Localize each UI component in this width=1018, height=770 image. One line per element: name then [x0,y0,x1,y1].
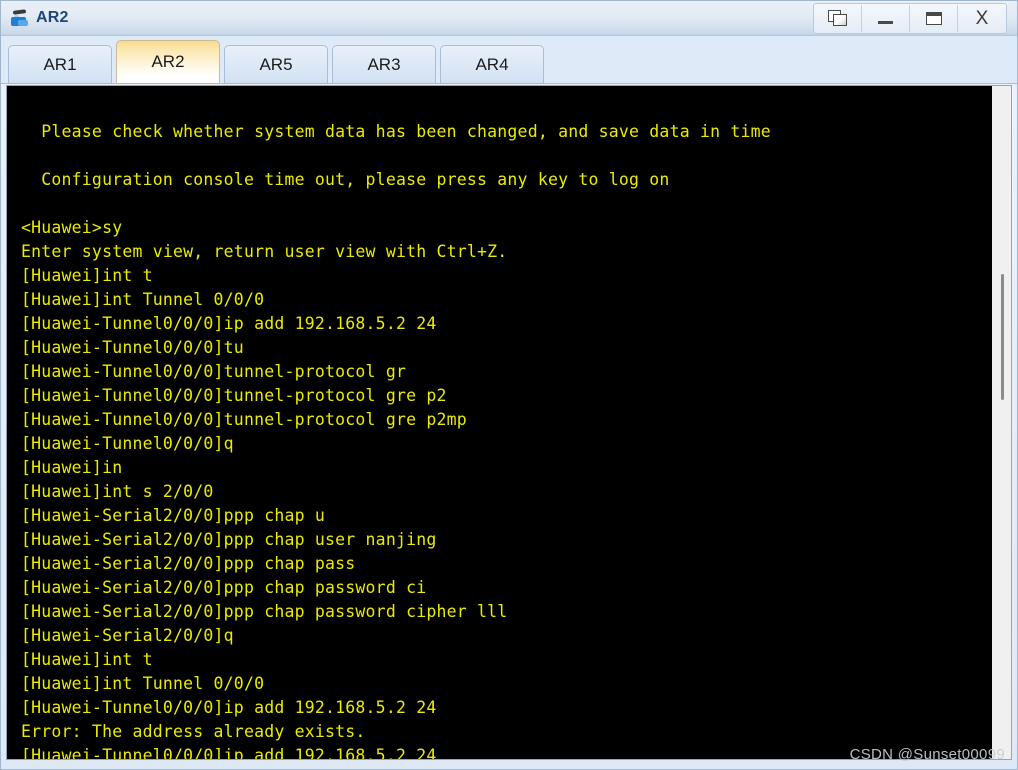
maximize-icon [925,11,942,25]
close-button[interactable]: X [958,5,1006,32]
close-icon: X [975,7,989,29]
terminal-line: [Huawei]int t [21,266,153,285]
router-console-window: AR2 X AR1 AR2 AR5 AR3 AR4 Please check w… [0,0,1018,770]
maximize-button[interactable] [910,4,958,32]
minimize-button[interactable] [862,4,910,32]
tab-ar2[interactable]: AR2 [116,40,220,83]
tab-label: AR4 [475,54,509,74]
terminal-line: [Huawei-Tunnel0/0/0]tunnel-protocol gr [21,362,407,381]
terminal-output[interactable]: Please check whether system data has bee… [7,86,991,759]
terminal-line: [Huawei-Tunnel0/0/0]ip add 192.168.5.2 2… [21,746,437,759]
terminal-line: [Huawei-Serial2/0/0]ppp chap user nanjin… [21,530,437,549]
terminal-line: [Huawei-Serial2/0/0]ppp chap password ci… [21,602,508,621]
terminal-line: [Huawei-Tunnel0/0/0]tunnel-protocol gre … [21,386,447,405]
terminal-line: [Huawei]int t [21,650,153,669]
minimize-icon [878,21,893,24]
restore-button[interactable] [814,4,862,32]
title-bar: AR2 X [1,1,1017,36]
terminal-line: [Huawei-Serial2/0/0]ppp chap u [21,506,326,525]
window-title: AR2 [36,9,69,26]
terminal-line: [Huawei]int Tunnel 0/0/0 [21,290,265,309]
tab-ar4[interactable]: AR4 [440,45,544,83]
terminal-line: [Huawei]int s 2/0/0 [21,482,214,501]
tab-label: AR5 [259,54,293,74]
terminal-line: [Huawei]in [21,458,123,477]
title-bar-left: AR2 [1,7,813,29]
terminal-line: [Huawei]int Tunnel 0/0/0 [21,674,265,693]
tab-label: AR2 [151,52,185,71]
terminal-line: [Huawei-Serial2/0/0]ppp chap pass [21,554,356,573]
terminal-line: <Huawei>sy [21,218,123,237]
terminal-line: [Huawei-Serial2/0/0]ppp chap password ci [21,578,427,597]
terminal-line: [Huawei-Serial2/0/0]q [21,626,234,645]
terminal-line: Error: The address already exists. [21,722,366,741]
scrollbar-thumb[interactable] [1001,274,1004,400]
terminal-line: [Huawei-Tunnel0/0/0]ip add 192.168.5.2 2… [21,314,437,333]
terminal-line: [Huawei-Tunnel0/0/0]tu [21,338,244,357]
terminal-line: [Huawei-Tunnel0/0/0]tunnel-protocol gre … [21,410,467,429]
terminal-line: Enter system view, return user view with… [21,242,508,261]
terminal-line: [Huawei-Tunnel0/0/0]q [21,434,234,453]
tab-ar1[interactable]: AR1 [8,45,112,83]
restore-icon [827,9,848,27]
terminal-scrollbar[interactable] [991,86,1011,759]
tab-label: AR3 [367,54,401,74]
tab-ar5[interactable]: AR5 [224,45,328,83]
tab-ar3[interactable]: AR3 [332,45,436,83]
terminal-line: Configuration console time out, please p… [21,170,670,189]
tab-strip: AR1 AR2 AR5 AR3 AR4 [1,36,1017,84]
router-icon [9,7,31,29]
terminal-line: [Huawei-Tunnel0/0/0]ip add 192.168.5.2 2… [21,698,437,717]
terminal-line: Please check whether system data has bee… [21,122,771,141]
terminal-panel: Please check whether system data has bee… [6,85,1012,760]
tab-label: AR1 [43,54,77,74]
window-controls: X [813,2,1007,34]
